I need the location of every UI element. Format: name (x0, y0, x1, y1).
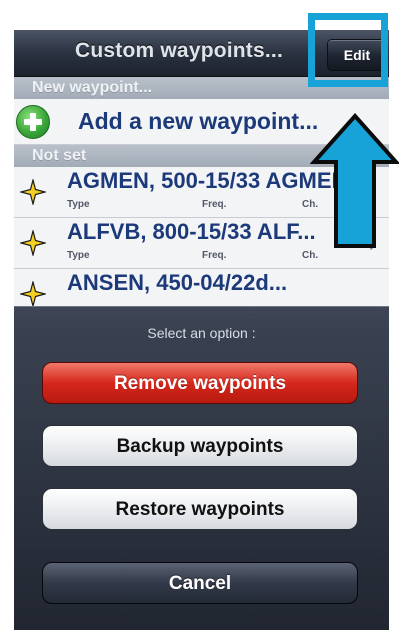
action-sheet: Select an option : Remove waypoints Back… (14, 306, 389, 630)
add-waypoint-label: Add a new waypoint... (78, 108, 319, 134)
type-label: Type (67, 199, 90, 210)
highlight-box (308, 13, 388, 87)
waypoint-name: ANSEN, 450-04/22d... (67, 270, 288, 295)
plus-circle-icon (16, 105, 50, 139)
cancel-button[interactable]: Cancel (42, 562, 358, 604)
remove-waypoints-button[interactable]: Remove waypoints (42, 362, 358, 404)
arrow-up-icon (310, 112, 399, 248)
backup-waypoints-button[interactable]: Backup waypoints (42, 425, 358, 467)
type-label: Type (67, 250, 90, 261)
channel-label: Ch. (302, 250, 319, 261)
star-icon (20, 230, 46, 256)
star-icon (20, 179, 46, 205)
restore-waypoints-button[interactable]: Restore waypoints (42, 488, 358, 530)
action-sheet-title: Select an option : (147, 325, 256, 341)
freq-label: Freq. (202, 250, 227, 261)
page-title: Custom waypoints... (75, 39, 283, 62)
star-icon (20, 281, 46, 307)
freq-label: Freq. (202, 199, 227, 210)
